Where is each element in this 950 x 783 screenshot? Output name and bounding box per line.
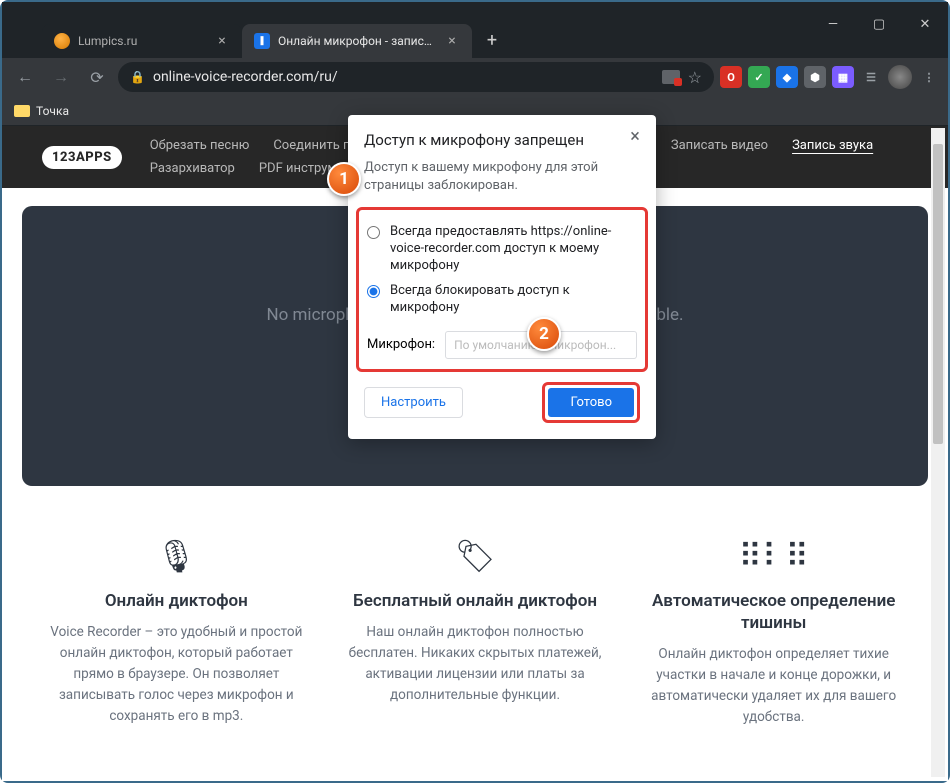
feature-desc: Онлайн диктофон определяет тихие участки… <box>639 644 908 728</box>
close-icon[interactable]: × <box>214 33 230 49</box>
annotation-callout-2: 2 <box>527 317 561 351</box>
feature-title: Онлайн диктофон <box>42 590 311 612</box>
radio-input[interactable] <box>367 226 380 239</box>
tab-strip: Lumpics.ru × ❚ Онлайн микрофон - запись … <box>2 16 948 58</box>
camera-blocked-icon[interactable] <box>662 70 680 84</box>
features-row: 🎙 Онлайн диктофон Voice Recorder – это у… <box>2 504 948 758</box>
favicon-icon <box>54 33 70 49</box>
minimize-button[interactable]: — <box>810 4 856 44</box>
annotation-callout-1: 1 <box>327 162 361 196</box>
permission-options-highlight: Всегда предоставлять https://online-voic… <box>356 207 648 371</box>
feature-card: ⠿⠇⠿ Автоматическое определение тишины Он… <box>639 534 908 728</box>
menu-icon[interactable]: ⋮ <box>918 66 940 88</box>
scroll-thumb[interactable] <box>933 144 943 444</box>
new-tab-button[interactable]: + <box>478 26 506 54</box>
window-controls: — ▢ ✕ <box>810 4 948 44</box>
feature-title: Бесплатный онлайн диктофон <box>341 590 610 612</box>
mic-label: Микрофон: <box>367 337 435 352</box>
bookmark-item[interactable]: Точка <box>14 104 69 118</box>
configure-button[interactable]: Настроить <box>364 387 463 418</box>
profile-avatar[interactable] <box>888 65 912 89</box>
ext-icon[interactable]: O <box>720 66 742 88</box>
extension-icons: O ✓ ◆ ⬢ ▦ ☰ ⋮ <box>720 65 940 89</box>
radio-input[interactable] <box>367 285 380 298</box>
tab-lumpics[interactable]: Lumpics.ru × <box>42 24 242 58</box>
radio-block[interactable]: Всегда блокировать доступ к микрофону <box>367 279 637 321</box>
omnibox[interactable]: 🔒 online-voice-recorder.com/ru/ ☆ <box>118 62 714 92</box>
feature-title: Автоматическое определение тишины <box>639 590 908 634</box>
nav-link-active[interactable]: Запись звука <box>792 138 873 153</box>
feature-desc: Voice Recorder – это удобный и простой о… <box>42 622 311 727</box>
bookmark-label: Точка <box>36 104 69 118</box>
tab-title: Онлайн микрофон - запись гол <box>278 34 436 48</box>
forward-button[interactable]: → <box>46 62 76 92</box>
close-icon[interactable]: × <box>444 33 460 49</box>
done-button[interactable]: Готово <box>548 388 634 417</box>
favicon-icon: ❚ <box>254 33 270 49</box>
mic-permission-popup: × Доступ к микрофону запрещен Доступ к в… <box>348 115 656 439</box>
site-logo[interactable]: 123APPS <box>42 146 122 169</box>
radio-label: Всегда предоставлять https://online-voic… <box>390 224 637 275</box>
titlebar <box>2 2 948 16</box>
mic-select-row: Микрофон: <box>367 331 637 359</box>
tab-voice-recorder[interactable]: ❚ Онлайн микрофон - запись гол × <box>242 24 472 58</box>
reading-list-icon[interactable]: ☰ <box>860 66 882 88</box>
close-window-button[interactable]: ✕ <box>902 4 948 44</box>
maximize-button[interactable]: ▢ <box>856 4 902 44</box>
popup-actions: Настроить Готово <box>364 382 640 423</box>
radio-allow[interactable]: Всегда предоставлять https://online-voic… <box>367 220 637 279</box>
nav-link[interactable]: Разархиватор <box>150 161 235 176</box>
waveform-icon: ⠿⠇⠿ <box>639 534 908 578</box>
popup-desc: Доступ к вашему микрофону для этой стран… <box>364 159 640 195</box>
ext-icon[interactable]: ✓ <box>748 66 770 88</box>
bookmark-star-icon[interactable]: ☆ <box>688 68 702 87</box>
ext-icon[interactable]: ◆ <box>776 66 798 88</box>
microphone-icon: 🎙 <box>42 534 311 578</box>
done-button-highlight: Готово <box>542 382 640 423</box>
feature-desc: Наш онлайн диктофон полностью бесплатен.… <box>341 622 610 706</box>
back-button[interactable]: ← <box>10 62 40 92</box>
ext-icon[interactable]: ▦ <box>832 66 854 88</box>
tab-title: Lumpics.ru <box>78 34 206 48</box>
url-text: online-voice-recorder.com/ru/ <box>153 69 654 85</box>
popup-title: Доступ к микрофону запрещен <box>364 131 640 149</box>
feature-card: 🎙 Онлайн диктофон Voice Recorder – это у… <box>42 534 311 728</box>
vertical-scrollbar[interactable] <box>931 128 945 777</box>
lock-icon: 🔒 <box>130 70 145 84</box>
nav-link[interactable]: Записать видео <box>671 138 768 153</box>
nav-link[interactable]: Обрезать песню <box>150 138 250 153</box>
reload-button[interactable]: ⟳ <box>82 62 112 92</box>
folder-icon <box>14 105 30 117</box>
radio-label: Всегда блокировать доступ к микрофону <box>390 283 637 317</box>
free-tag-icon: 🏷 <box>341 534 610 578</box>
feature-card: 🏷 Бесплатный онлайн диктофон Наш онлайн … <box>341 534 610 728</box>
close-icon[interactable]: × <box>626 127 644 145</box>
ext-icon[interactable]: ⬢ <box>804 66 826 88</box>
address-bar: ← → ⟳ 🔒 online-voice-recorder.com/ru/ ☆ … <box>2 58 948 96</box>
